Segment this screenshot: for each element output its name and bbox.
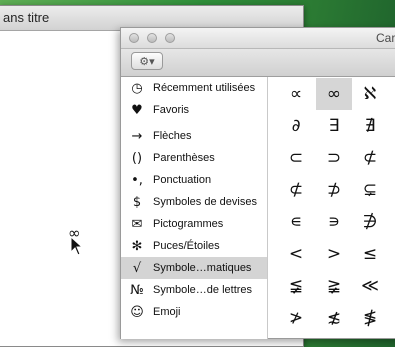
arrow-icon: →	[131, 128, 143, 144]
character-cell[interactable]: ≯	[276, 302, 316, 334]
character-cell[interactable]: ⊂	[276, 142, 316, 174]
sidebar-item-label: Symbole…matiques	[153, 262, 252, 274]
sidebar-item-2[interactable]: → Flèches	[121, 125, 267, 147]
sidebar-item-7[interactable]: ✻ Puces/Étoiles	[121, 235, 267, 257]
character-cell[interactable]: ⊄	[352, 142, 388, 174]
close-button[interactable]	[129, 33, 139, 43]
character-cell[interactable]: ⊊	[352, 174, 388, 206]
sidebar-item-label: Favoris	[153, 104, 190, 116]
sidebar-item-label: Puces/Étoiles	[153, 240, 220, 252]
character-viewer-panel: Car ⚙▾ ◷ Récemment utilisées ♥ Favoris → Flèc…	[120, 27, 395, 339]
sidebar-item-label: Flèches	[153, 130, 192, 142]
gear-icon: ⚙▾	[139, 55, 155, 68]
sidebar-item-label: Pictogrammes	[153, 218, 224, 230]
character-cell[interactable]: ⊄	[276, 174, 316, 206]
character-cell[interactable]: ≤	[352, 238, 388, 270]
sidebar-item-label: Symbole…de lettres	[153, 284, 253, 296]
zoom-button[interactable]	[165, 33, 175, 43]
character-grid: ∝ ∞ ℵ ∂ ∃ ∄ ⊂ ⊃ ⊄ ⊄ ⊅ ⊊ ∊ ∍ ∌ < > ≤ ≨ ≩ ≪ ≯ ≴ ≸	[268, 77, 395, 340]
character-cell[interactable]: ∞	[316, 78, 352, 110]
panel-toolbar: ⚙▾	[121, 49, 395, 77]
panel-title: Car	[376, 31, 395, 45]
asterisk-icon: ✻	[131, 238, 143, 254]
punctuation-icon: •,	[131, 172, 143, 188]
smiley-icon: ☺	[130, 304, 144, 320]
parentheses-icon: ()	[131, 150, 143, 166]
character-cell[interactable]: ∃	[316, 110, 352, 142]
panel-titlebar: Car	[121, 28, 395, 49]
sidebar-item-label: Parenthèses	[153, 152, 215, 164]
character-cell[interactable]: ∌	[352, 206, 388, 238]
square-root-icon: √	[132, 260, 142, 276]
character-cell[interactable]: <	[276, 238, 316, 270]
sidebar-item-label: Emoji	[153, 306, 181, 318]
character-cell[interactable]: ≸	[352, 302, 388, 334]
sidebar-item-label: Ponctuation	[153, 174, 212, 186]
character-cell[interactable]: >	[316, 238, 352, 270]
sidebar-item-0[interactable]: ◷ Récemment utilisées	[121, 77, 267, 99]
sidebar-item-9[interactable]: № Symbole…de lettres	[121, 279, 267, 301]
sidebar-item-label: Symboles de devises	[153, 196, 257, 208]
character-cell[interactable]: ℵ	[352, 78, 388, 110]
minimize-button[interactable]	[147, 33, 157, 43]
character-cell[interactable]: ∂	[276, 110, 316, 142]
sidebar-item-4[interactable]: •, Ponctuation	[121, 169, 267, 191]
character-cell[interactable]: ⊃	[316, 142, 352, 174]
character-cell[interactable]: ∝	[276, 78, 316, 110]
sidebar-item-3[interactable]: () Parenthèses	[121, 147, 267, 169]
sidebar-item-label: Récemment utilisées	[153, 82, 256, 94]
character-cell[interactable]: ∄	[352, 110, 388, 142]
sidebar-item-1[interactable]: ♥ Favoris	[121, 99, 267, 121]
sidebar-item-8[interactable]: √ Symbole…matiques	[121, 257, 267, 279]
sidebar-item-6[interactable]: ✉ Pictogrammes	[121, 213, 267, 235]
mouse-pointer-icon	[70, 236, 84, 256]
numero-icon: №	[130, 282, 144, 298]
character-cell[interactable]: ≴	[316, 302, 352, 334]
pictogram-icon: ✉	[131, 216, 143, 232]
heart-icon: ♥	[131, 102, 143, 118]
character-cell[interactable]: ≪	[352, 270, 388, 302]
dollar-icon: $	[132, 194, 142, 210]
character-cell[interactable]: ≨	[276, 270, 316, 302]
sidebar-item-10[interactable]: ☺ Emoji	[121, 301, 267, 323]
category-sidebar: ◷ Récemment utilisées ♥ Favoris → Flèches () Pa…	[121, 77, 268, 339]
character-cell[interactable]: ⊅	[316, 174, 352, 206]
clock-icon: ◷	[131, 80, 143, 96]
action-menu-button[interactable]: ⚙▾	[131, 52, 163, 70]
character-cell[interactable]: ∍	[316, 206, 352, 238]
character-cell[interactable]: ∊	[276, 206, 316, 238]
character-cell[interactable]: ≩	[316, 270, 352, 302]
sidebar-item-5[interactable]: $ Symboles de devises	[121, 191, 267, 213]
